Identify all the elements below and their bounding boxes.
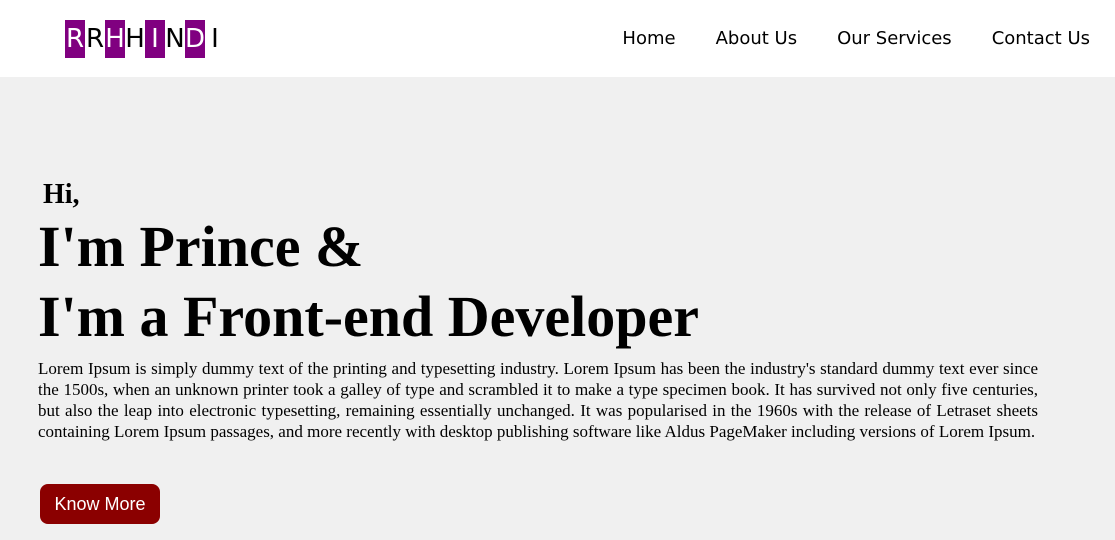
logo-letter: D — [185, 20, 205, 58]
hero-section: Hi, I'm Prince & I'm a Front-end Develop… — [38, 178, 1038, 442]
know-more-button[interactable]: Know More — [40, 484, 160, 524]
site-logo[interactable]: R R H H I N D I — [65, 20, 225, 58]
hero-headline-line1: I'm Prince & — [38, 214, 364, 279]
logo-letter: H — [105, 20, 125, 58]
nav-link-about[interactable]: About Us — [716, 28, 798, 49]
logo-letter: R — [65, 20, 85, 58]
logo-letter: I — [211, 24, 219, 54]
nav-link-services[interactable]: Our Services — [837, 28, 952, 49]
hero-bio: Lorem Ipsum is simply dummy text of the … — [38, 359, 1038, 441]
nav-link-contact[interactable]: Contact Us — [992, 28, 1090, 49]
logo-letter: H — [125, 24, 145, 54]
logo-letter: N — [165, 24, 185, 54]
hero-greeting: Hi, — [43, 179, 80, 210]
logo-letter: R — [85, 24, 105, 54]
navbar: R R H H I N D I Home About Us Our Servic… — [0, 0, 1115, 77]
hero-headline-line2: I'm a Front-end Developer — [38, 284, 699, 349]
logo-letter: I — [145, 20, 165, 58]
nav-link-home[interactable]: Home — [622, 28, 675, 49]
main-nav: Home About Us Our Services Contact Us — [622, 0, 1090, 77]
